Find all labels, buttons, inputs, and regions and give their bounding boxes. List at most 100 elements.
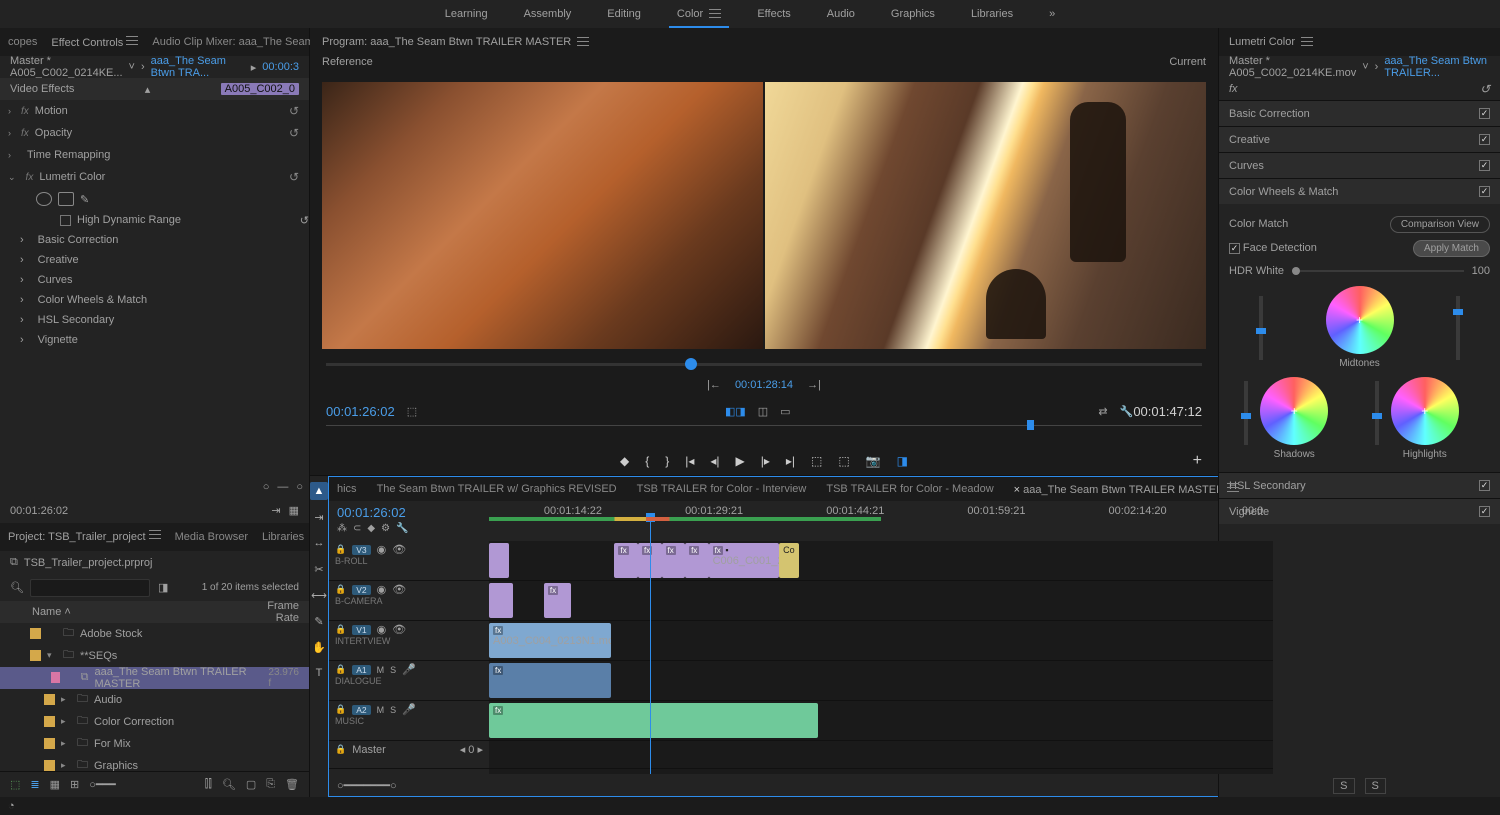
chevron-down-icon[interactable]: ˅ bbox=[1362, 61, 1368, 73]
expand-icon[interactable]: › bbox=[20, 334, 24, 346]
workspace-learning[interactable]: Learning bbox=[427, 0, 506, 28]
sequence-tab[interactable]: The Seam Btwn TRAILER w/ Graphics REVISE… bbox=[377, 483, 617, 495]
effect-lumetri-color[interactable]: Lumetri Color bbox=[39, 171, 105, 183]
track-target[interactable]: V2 bbox=[352, 585, 370, 595]
rectangle-mask-button[interactable] bbox=[58, 192, 74, 206]
clip[interactable] bbox=[489, 543, 509, 578]
track-name[interactable]: MUSIC bbox=[335, 716, 483, 726]
effect-motion[interactable]: Motion bbox=[35, 105, 68, 117]
expand-icon[interactable]: › bbox=[8, 128, 11, 138]
reset-icon[interactable]: ↺ bbox=[289, 126, 299, 140]
lumetri-clip[interactable]: aaa_The Seam Btwn TRAILER... bbox=[1384, 55, 1490, 79]
clip[interactable]: fx bbox=[614, 543, 638, 578]
program-tc-in[interactable]: 00:01:26:02 bbox=[326, 404, 395, 419]
audio-clip[interactable]: fx bbox=[489, 703, 818, 738]
freeform-view-icon[interactable]: ⊞ bbox=[70, 778, 79, 791]
hand-tool[interactable]: ✋ bbox=[310, 638, 328, 656]
sequence-tab[interactable]: hics bbox=[337, 483, 357, 495]
lock-icon[interactable]: 🔒 bbox=[335, 664, 346, 675]
disclosure-icon[interactable]: ▸ bbox=[61, 716, 71, 727]
label-swatch[interactable] bbox=[44, 738, 55, 749]
step-fwd-icon[interactable]: |▸ bbox=[761, 454, 770, 468]
reset-icon[interactable]: ↺ bbox=[1480, 82, 1490, 96]
mute-icon[interactable]: M bbox=[377, 665, 385, 675]
solo-s-button[interactable]: S bbox=[1365, 778, 1386, 794]
sequence-tab[interactable]: TSB TRAILER for Color - Interview bbox=[637, 483, 807, 495]
master-clip-label[interactable]: Master * A005_C002_0214KE... bbox=[10, 55, 123, 79]
workspace-color[interactable]: Color bbox=[659, 0, 739, 28]
export-frame-icon[interactable]: 📷 bbox=[866, 454, 881, 468]
track-name[interactable]: DIALOGUE bbox=[335, 676, 483, 686]
track-target[interactable]: V1 bbox=[352, 625, 370, 635]
pen-tool[interactable]: ✎ bbox=[310, 612, 328, 630]
project-row[interactable]: ▸🗀Graphics bbox=[0, 755, 309, 772]
timeline-content[interactable]: fx fx fx fx fx ▪ C006_C001_20 Co fx bbox=[489, 541, 1273, 774]
zoom-out-icon[interactable]: ○ bbox=[263, 481, 270, 493]
track-target[interactable]: V3 bbox=[352, 545, 370, 555]
button-editor-icon[interactable]: + bbox=[1193, 452, 1202, 470]
midtones-luma-slider[interactable] bbox=[1259, 296, 1263, 360]
clip[interactable] bbox=[489, 583, 513, 618]
comparison-view-button[interactable]: Comparison View bbox=[1390, 216, 1490, 233]
timeline-timecode[interactable]: 00:01:26:02 bbox=[337, 505, 481, 520]
project-menu-icon[interactable] bbox=[149, 530, 161, 540]
snap-icon[interactable]: ⁂ bbox=[337, 523, 347, 534]
clip[interactable]: fx bbox=[685, 543, 709, 578]
type-tool[interactable]: T bbox=[310, 664, 328, 682]
new-item-icon[interactable]: ⎘ bbox=[266, 778, 275, 791]
out-icon[interactable]: } bbox=[665, 454, 669, 468]
sort-icon[interactable]: ˄ bbox=[64, 606, 70, 618]
hdr-white-value[interactable]: 100 bbox=[1472, 265, 1490, 277]
wrench-icon[interactable]: 🔧 bbox=[1120, 405, 1134, 418]
compare-icon[interactable]: ◨ bbox=[897, 454, 908, 468]
expand-icon[interactable]: › bbox=[20, 274, 24, 286]
workspace-effects[interactable]: Effects bbox=[739, 0, 808, 28]
section-toggle[interactable] bbox=[1479, 108, 1490, 119]
ellipse-mask-button[interactable] bbox=[36, 192, 52, 206]
expand-icon[interactable]: › bbox=[20, 254, 24, 266]
clip[interactable]: fx bbox=[544, 583, 571, 618]
tab-media-browser[interactable]: Media Browser bbox=[175, 531, 248, 543]
collapse-icon[interactable]: ▴ bbox=[145, 83, 151, 96]
solo-icon[interactable]: S bbox=[390, 665, 396, 675]
track-select-tool[interactable]: ⇥ bbox=[310, 508, 328, 526]
find-icon[interactable]: 🔍︎ bbox=[222, 778, 236, 791]
current-viewer[interactable] bbox=[765, 82, 1206, 349]
expand-icon[interactable]: › bbox=[20, 294, 24, 306]
workspace-overflow[interactable]: » bbox=[1031, 0, 1073, 28]
apply-match-button[interactable]: Apply Match bbox=[1413, 240, 1490, 257]
track-name[interactable]: INTERTVIEW bbox=[335, 636, 483, 646]
highlights-luma-slider[interactable] bbox=[1375, 381, 1379, 445]
comparison-slider[interactable] bbox=[326, 355, 1202, 373]
label-swatch[interactable] bbox=[44, 716, 55, 727]
track-target[interactable]: A2 bbox=[352, 705, 370, 715]
go-to-out-icon[interactable]: ▸| bbox=[786, 454, 795, 468]
label-swatch[interactable] bbox=[30, 650, 41, 661]
settings-icon[interactable]: ⇄ bbox=[1098, 405, 1107, 418]
zoom-slider[interactable]: — bbox=[277, 481, 288, 493]
reset-icon[interactable]: ↺ bbox=[289, 170, 299, 184]
section-curves[interactable]: Curves bbox=[1219, 152, 1500, 178]
midtones-wheel[interactable] bbox=[1326, 286, 1394, 354]
reference-viewer[interactable] bbox=[322, 82, 763, 349]
section-hsl-secondary[interactable]: HSL Secondary bbox=[1219, 472, 1500, 498]
effect-time-remapping[interactable]: Time Remapping bbox=[27, 149, 110, 161]
clip[interactable]: fx ▪ C006_C001_20 bbox=[709, 543, 780, 578]
label-swatch[interactable] bbox=[44, 694, 55, 705]
voice-icon[interactable]: 🎤 bbox=[402, 663, 416, 676]
project-row[interactable]: ▸🗀Audio bbox=[0, 689, 309, 711]
filter-icon[interactable]: ◨ bbox=[158, 581, 168, 594]
sequence-tab-active[interactable]: × aaa_The Seam Btwn TRAILER MASTER bbox=[1014, 483, 1239, 496]
settings-icon[interactable]: ⚙ bbox=[381, 523, 390, 534]
sub-hsl-secondary[interactable]: HSL Secondary bbox=[38, 314, 115, 326]
expand-icon[interactable]: ⌄ bbox=[8, 172, 16, 183]
eye-icon[interactable]: 👁 bbox=[392, 543, 406, 556]
label-swatch[interactable] bbox=[51, 672, 60, 683]
zoom-in-icon[interactable]: ○ bbox=[296, 481, 303, 493]
extract-icon[interactable]: ⬚ bbox=[838, 454, 849, 468]
program-menu-icon[interactable] bbox=[577, 37, 589, 47]
hdr-white-slider[interactable] bbox=[1292, 270, 1464, 272]
sub-creative[interactable]: Creative bbox=[38, 254, 79, 266]
selection-tool[interactable]: ▲ bbox=[310, 482, 328, 500]
shadows-luma-slider[interactable] bbox=[1244, 381, 1248, 445]
